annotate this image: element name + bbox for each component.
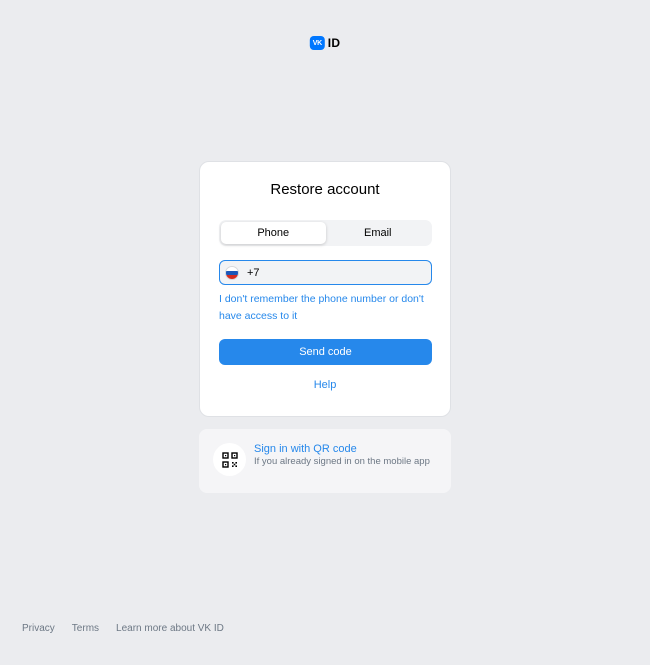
footer: Privacy Terms Learn more about VK ID xyxy=(22,623,224,634)
contact-method-tabs: Phone Email xyxy=(219,220,432,246)
vk-id-logo: VK ID xyxy=(309,36,341,50)
qr-signin-subtitle: If you already signed in on the mobile a… xyxy=(254,456,430,467)
send-code-button[interactable]: Send code xyxy=(219,339,432,365)
phone-input[interactable] xyxy=(247,266,417,279)
tab-phone[interactable]: Phone xyxy=(221,222,326,244)
phone-field[interactable] xyxy=(219,260,432,285)
footer-terms-link[interactable]: Terms xyxy=(72,623,99,634)
help-link[interactable]: Help xyxy=(200,379,450,391)
russia-flag-icon[interactable] xyxy=(225,265,239,280)
forgot-phone-link[interactable]: I don't remember the phone number or don… xyxy=(219,291,434,325)
vk-logo-icon: VK xyxy=(309,36,325,50)
tab-email[interactable]: Email xyxy=(326,222,431,244)
page: VK ID Restore account Phone Email I don'… xyxy=(0,0,650,665)
restore-account-card: Restore account Phone Email I don't reme… xyxy=(199,161,451,417)
footer-learn-more-link[interactable]: Learn more about VK ID xyxy=(116,623,224,634)
qr-signin-title[interactable]: Sign in with QR code xyxy=(254,443,357,455)
qr-icon-container xyxy=(213,443,246,476)
logo-text: ID xyxy=(327,36,341,50)
qr-code-icon xyxy=(221,451,238,468)
page-title: Restore account xyxy=(270,181,380,198)
footer-privacy-link[interactable]: Privacy xyxy=(22,623,55,634)
qr-signin-block[interactable]: Sign in with QR code If you already sign… xyxy=(199,429,451,493)
